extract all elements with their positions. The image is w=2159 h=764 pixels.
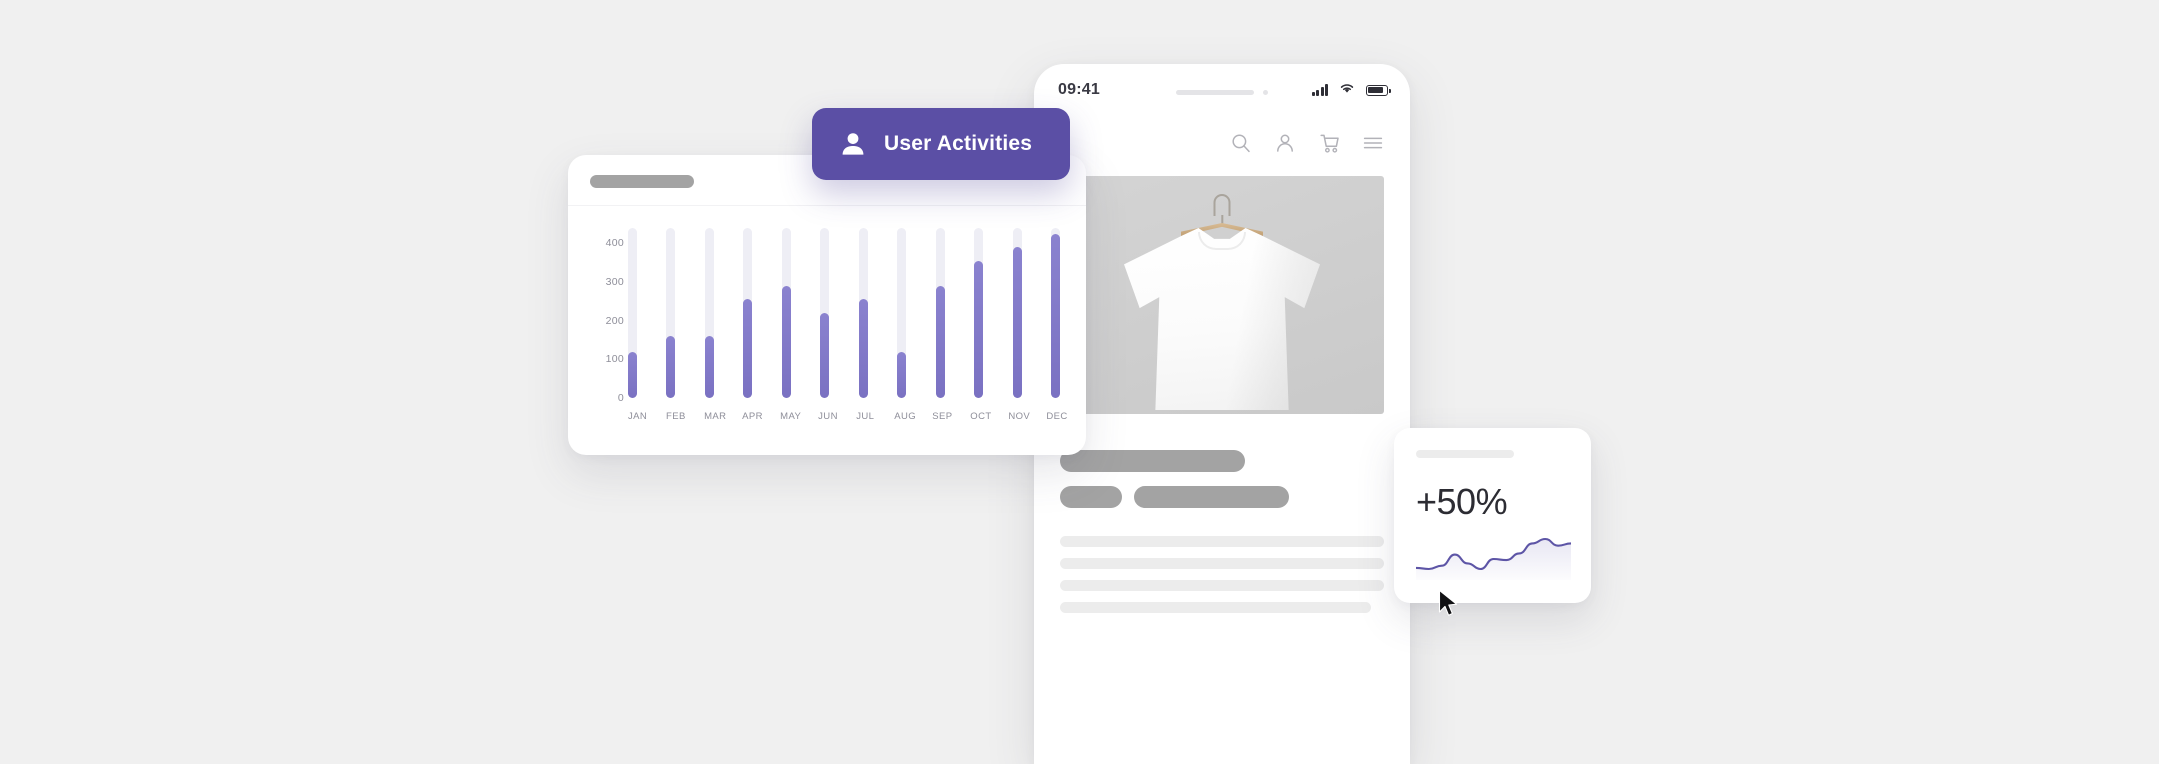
growth-stat-card: +50% <box>1394 428 1591 603</box>
badge-label: User Activities <box>884 132 1033 155</box>
person-icon <box>838 129 868 159</box>
bar-column[interactable] <box>935 228 945 398</box>
canvas: 09:41 0 100 200 300 400 JAN FEB MAR APR … <box>0 0 2159 764</box>
mouse-pointer-icon <box>1437 589 1463 619</box>
cellular-signal-icon <box>1311 84 1328 96</box>
bar-fill <box>1012 247 1022 398</box>
bar-fill <box>858 299 868 398</box>
x-axis-tick: JUL <box>856 411 875 422</box>
y-axis-labels: 0 100 200 300 400 <box>590 228 624 404</box>
bar-column[interactable] <box>781 228 791 398</box>
x-axis-tick: MAY <box>780 411 802 422</box>
x-axis-tick: SEP <box>932 411 953 422</box>
skeleton-line <box>1060 580 1384 591</box>
y-axis-tick: 200 <box>605 314 624 327</box>
phone-speaker-notch <box>1176 90 1268 95</box>
card-divider <box>568 205 1086 206</box>
y-axis-tick: 100 <box>605 353 624 366</box>
bar-fill <box>743 299 753 398</box>
bar-column[interactable] <box>1050 228 1060 398</box>
front-camera-dot <box>1263 90 1268 95</box>
x-axis-labels: JAN FEB MAR APR MAY JUN JUL AUG SEP OCT NOV DEC <box>590 411 1068 422</box>
bar-fill <box>935 285 945 398</box>
phone-nav-bar <box>1034 116 1410 170</box>
hanger-hook-icon <box>1213 194 1231 216</box>
user-activities-chart-card: 0 100 200 300 400 JAN FEB MAR APR MAY JUN JUL AUG SE… <box>568 155 1086 455</box>
hamburger-menu-icon[interactable] <box>1362 132 1384 154</box>
bar-fill <box>820 313 830 398</box>
search-icon[interactable] <box>1230 132 1252 154</box>
stat-value: +50% <box>1416 481 1508 522</box>
content-skeleton <box>1034 414 1410 613</box>
bar-fill <box>781 285 791 398</box>
phone-status-bar: 09:41 <box>1034 64 1410 116</box>
y-axis-tick: 400 <box>605 237 624 250</box>
x-axis-tick: NOV <box>1008 411 1031 422</box>
x-axis-tick: FEB <box>666 411 686 422</box>
bar-chart-plot: 0 100 200 300 400 <box>590 228 1060 404</box>
bar-column[interactable] <box>974 228 984 398</box>
tshirt-shading <box>1124 228 1320 410</box>
bar-column[interactable] <box>897 228 907 398</box>
skeleton-title-bar <box>1060 450 1245 472</box>
skeleton-bar-small <box>1060 486 1122 508</box>
skeleton-line <box>1060 536 1384 547</box>
product-image[interactable] <box>1060 176 1384 414</box>
bar-column[interactable] <box>666 228 676 398</box>
bar-fill <box>897 351 907 398</box>
bar-fill <box>628 351 637 398</box>
x-axis-tick: MAR <box>704 411 727 422</box>
skeleton-subtitle-row <box>1060 486 1384 508</box>
shopping-cart-icon[interactable] <box>1318 132 1340 154</box>
bar-fill <box>1050 233 1060 398</box>
bar-column[interactable] <box>628 228 637 398</box>
skeleton-title-row <box>1060 450 1384 472</box>
sparkline-chart <box>1416 534 1571 580</box>
bar-fill <box>704 336 714 398</box>
speaker-grille <box>1176 90 1254 95</box>
x-axis-tick: DEC <box>1046 411 1068 422</box>
bar-series <box>628 228 1060 398</box>
bar-column[interactable] <box>858 228 868 398</box>
account-icon[interactable] <box>1274 132 1296 154</box>
x-axis-tick: APR <box>742 411 763 422</box>
stat-card-title-placeholder <box>1416 450 1514 458</box>
y-axis-tick: 300 <box>605 276 624 289</box>
x-axis-tick: JUN <box>818 411 838 422</box>
bar-column[interactable] <box>820 228 830 398</box>
skeleton-text-lines <box>1060 536 1384 613</box>
wifi-icon <box>1339 81 1355 99</box>
skeleton-bar-medium <box>1134 486 1289 508</box>
x-axis-tick: AUG <box>894 411 917 422</box>
bar-fill <box>974 260 984 398</box>
phone-mockup: 09:41 <box>1034 64 1410 764</box>
status-bar-icons <box>1311 81 1391 99</box>
bar-column[interactable] <box>1012 228 1022 398</box>
x-axis-tick: OCT <box>970 411 992 422</box>
user-activities-badge[interactable]: User Activities <box>812 108 1070 180</box>
battery-icon <box>1366 84 1391 96</box>
bar-column[interactable] <box>743 228 753 398</box>
bar-column[interactable] <box>704 228 714 398</box>
status-bar-time: 09:41 <box>1058 81 1100 98</box>
y-axis-tick: 0 <box>617 392 624 404</box>
skeleton-line <box>1060 558 1384 569</box>
bar-fill <box>666 336 676 398</box>
card-title-placeholder <box>590 175 694 188</box>
x-axis-tick: JAN <box>628 411 648 422</box>
skeleton-line <box>1060 602 1372 613</box>
